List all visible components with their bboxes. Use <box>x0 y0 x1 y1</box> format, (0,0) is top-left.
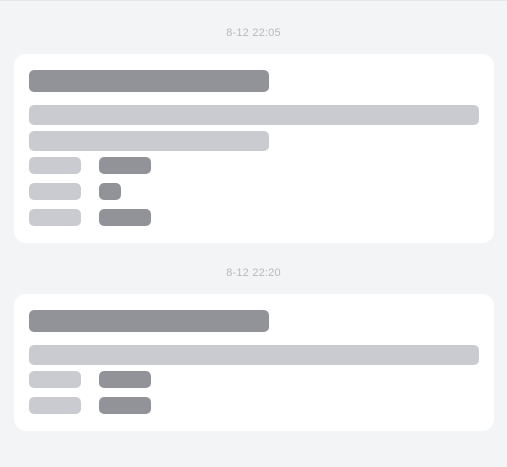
skeleton-field-label <box>29 157 81 174</box>
skeleton-text-line <box>29 131 269 151</box>
skeleton-text-line <box>29 345 479 365</box>
message-card-skeleton[interactable] <box>14 54 494 243</box>
skeleton-field-label <box>29 397 81 414</box>
message-timestamp: 8-12 22:20 <box>226 267 281 279</box>
skeleton-field-label <box>29 209 81 226</box>
top-divider <box>0 0 507 1</box>
skeleton-title <box>29 310 269 332</box>
skeleton-field-value <box>99 183 121 200</box>
skeleton-field-value <box>99 209 151 226</box>
skeleton-field-label <box>29 371 81 388</box>
message-timestamp: 8-12 22:05 <box>226 27 281 39</box>
skeleton-text-line <box>29 105 479 125</box>
skeleton-field-value <box>99 157 151 174</box>
skeleton-title <box>29 70 269 92</box>
skeleton-field-value <box>99 397 151 414</box>
message-card-skeleton[interactable] <box>14 294 494 431</box>
skeleton-field-label <box>29 183 81 200</box>
skeleton-field-value <box>99 371 151 388</box>
